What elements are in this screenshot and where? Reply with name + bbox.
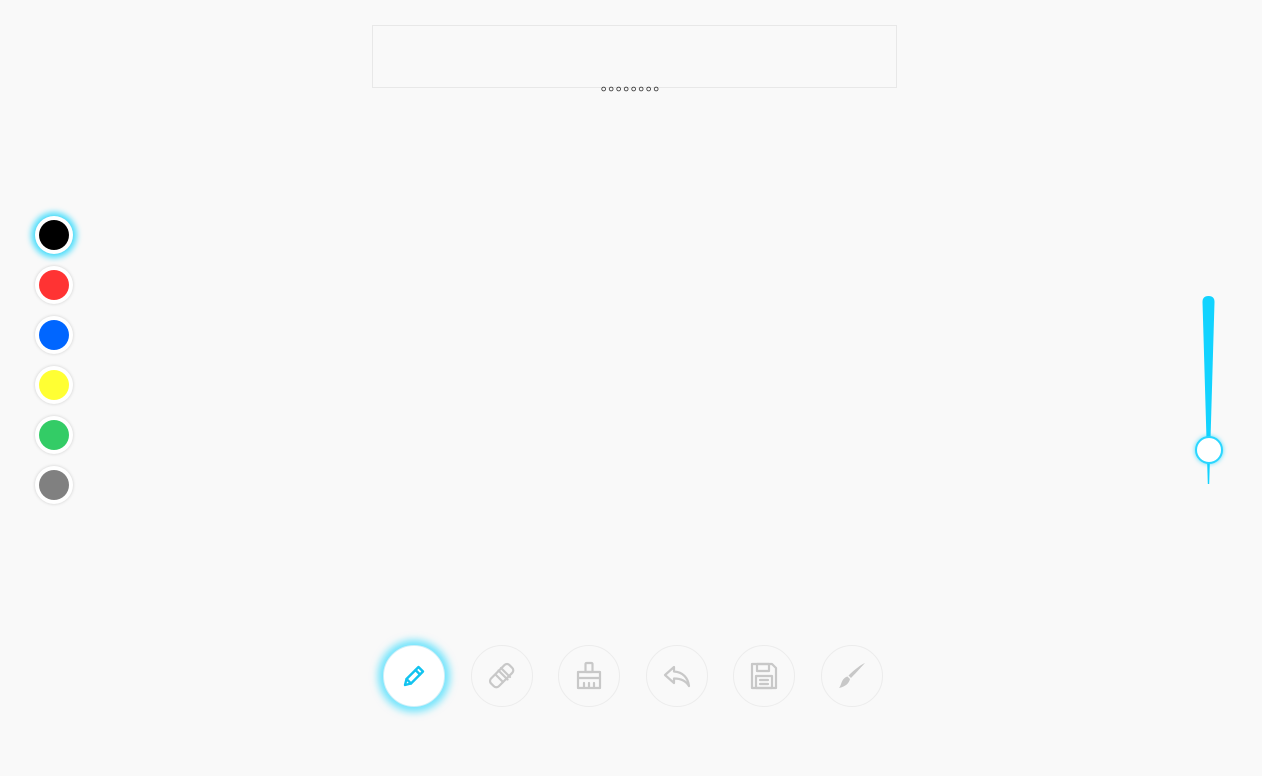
color-swatch-yellow[interactable]	[35, 366, 73, 404]
clear-button[interactable]	[558, 645, 620, 707]
undo-button[interactable]	[646, 645, 708, 707]
color-swatch-gray[interactable]	[35, 466, 73, 504]
color-dot-red	[39, 270, 69, 300]
broom-icon	[574, 660, 604, 692]
title-text: 。。。。。。。。	[600, 76, 669, 94]
color-swatch-red[interactable]	[35, 266, 73, 304]
save-button[interactable]	[733, 645, 795, 707]
color-dot-gray	[39, 470, 69, 500]
brush-icon	[836, 660, 868, 692]
title-box: 。。。。。。。。	[372, 25, 897, 94]
pencil-button[interactable]	[383, 645, 445, 707]
eraser-icon	[486, 660, 518, 692]
color-dot-green	[39, 420, 69, 450]
color-swatch-blue[interactable]	[35, 316, 73, 354]
color-dot-yellow	[39, 370, 69, 400]
brush-size-slider[interactable]	[1190, 290, 1226, 490]
slider-thumb[interactable]	[1195, 436, 1223, 465]
eraser-button[interactable]	[471, 645, 533, 707]
undo-icon	[661, 661, 693, 691]
drawing-app: 。。。。。。。。	[0, 0, 1262, 776]
save-icon	[749, 661, 779, 691]
color-dot-black	[39, 220, 69, 250]
color-swatch-green[interactable]	[35, 416, 73, 454]
color-swatch-black[interactable]	[35, 216, 73, 254]
drawing-canvas[interactable]	[100, 110, 1160, 620]
toolbar	[383, 645, 888, 709]
color-dot-blue	[39, 320, 69, 350]
pencil-icon	[399, 661, 429, 691]
brush-button[interactable]	[821, 645, 883, 707]
